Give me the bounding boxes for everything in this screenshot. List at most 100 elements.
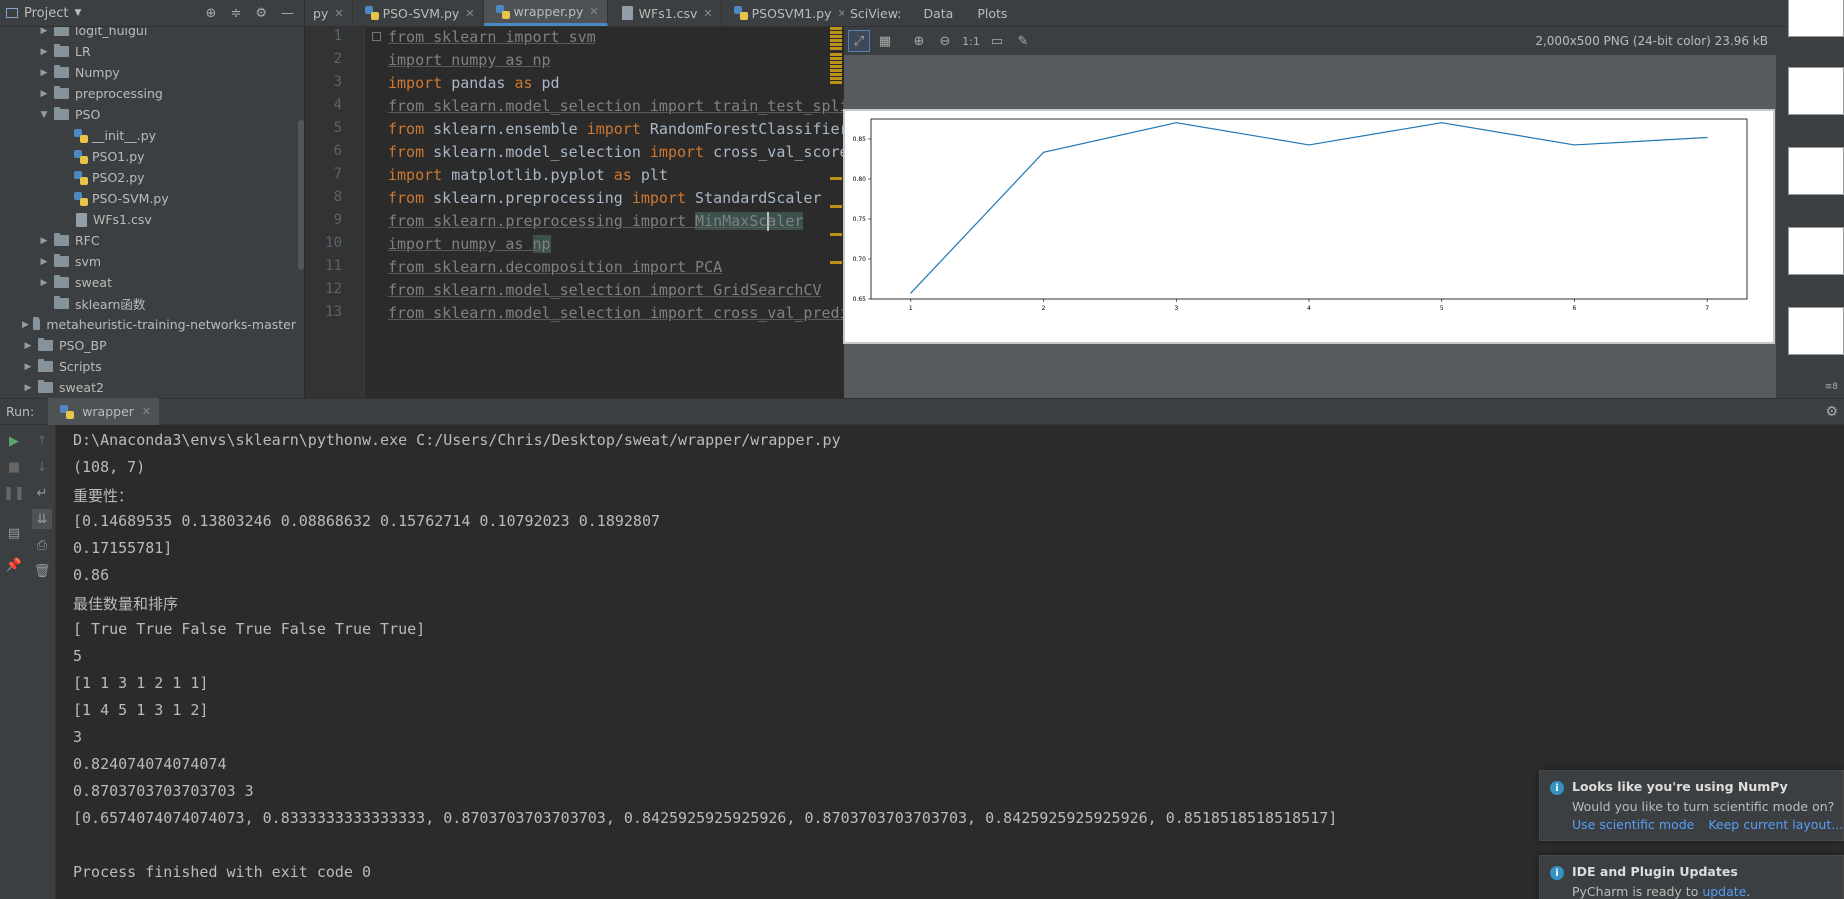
warning-mark[interactable] [830, 205, 842, 208]
project-title[interactable]: Project [24, 6, 68, 21]
plot-thumbnail[interactable] [1788, 227, 1844, 275]
hide-icon[interactable]: — [281, 6, 294, 21]
warning-mark[interactable] [830, 69, 842, 72]
warning-mark[interactable] [830, 43, 842, 46]
collapse-all-icon[interactable]: ≑ [230, 6, 241, 21]
code-editor[interactable]: 1 2 3 4 5 6 7 8 9 10 11 12 13 from sklearn import sv… [305, 27, 844, 398]
tree-item[interactable]: sklearn函数 [0, 293, 296, 314]
tree-item[interactable]: ▶ Scripts [0, 356, 296, 377]
chevron-right-icon[interactable]: ▶ [38, 47, 50, 57]
pause-icon[interactable]: ❚❚ [3, 483, 25, 503]
chevron-right-icon[interactable]: ▶ [22, 341, 34, 351]
print-icon[interactable]: ⎙ [32, 535, 52, 555]
tree-item[interactable]: ▶ sweat2 [0, 377, 296, 398]
warning-mark[interactable] [830, 65, 842, 68]
tree-item[interactable]: ▶ RFC [0, 230, 296, 251]
keep-current-layout-link[interactable]: Keep current layout... [1708, 817, 1843, 832]
gear-icon[interactable]: ⚙ [255, 6, 267, 21]
tab-plots[interactable]: Plots [965, 6, 1019, 21]
warning-mark[interactable] [830, 81, 842, 84]
tree-item[interactable]: ▶ sweat [0, 272, 296, 293]
tree-item[interactable]: ▶ LR [0, 41, 296, 62]
tree-item[interactable]: ▶ Numpy [0, 62, 296, 83]
trash-icon[interactable]: 🗑 [32, 561, 52, 581]
up-arrow-icon[interactable]: ↑ [32, 431, 52, 451]
locate-icon[interactable]: ⊕ [206, 6, 217, 21]
color-picker-icon[interactable]: ✎ [1012, 30, 1034, 52]
tree-item[interactable]: ▶ svm [0, 251, 296, 272]
tree-item[interactable]: ▶ preprocessing [0, 83, 296, 104]
layout-icon[interactable]: ▤ [4, 523, 24, 543]
warning-mark[interactable] [830, 61, 842, 64]
use-scientific-mode-link[interactable]: Use scientific mode [1572, 817, 1694, 832]
warning-mark[interactable] [830, 35, 842, 38]
plot-thumbnail[interactable] [1788, 147, 1844, 195]
gear-icon[interactable]: ⚙ [1825, 404, 1838, 420]
error-stripe[interactable] [830, 27, 844, 398]
fit-window-icon[interactable]: ⤢ [848, 30, 870, 52]
tree-item[interactable]: __init__.py [0, 125, 296, 146]
tree-item-label: metaheuristic-training-networks-master [46, 317, 296, 332]
warning-mark[interactable] [830, 233, 842, 236]
pin-icon[interactable]: 📌 [4, 555, 24, 575]
chevron-down-icon[interactable]: ▼ [38, 110, 50, 120]
tree-item[interactable]: ▼ PSO [0, 104, 296, 125]
chevron-right-icon[interactable]: ▶ [38, 68, 50, 78]
project-scrollbar[interactable] [298, 120, 304, 270]
scroll-to-end-icon[interactable]: ⇊ [32, 509, 52, 529]
warning-mark[interactable] [830, 77, 842, 80]
actual-size-button[interactable]: 1:1 [960, 30, 982, 52]
grid-icon[interactable]: ▦ [874, 30, 896, 52]
tree-item[interactable]: PSO1.py [0, 146, 296, 167]
tree-item[interactable]: ▶ metaheuristic-training-networks-master [0, 314, 296, 335]
chevron-right-icon[interactable]: ▶ [22, 320, 29, 330]
tree-item[interactable]: ▶ PSO_BP [0, 335, 296, 356]
chevron-right-icon[interactable]: ▶ [22, 362, 34, 372]
chevron-right-icon[interactable]: ▶ [38, 26, 50, 36]
warning-mark[interactable] [830, 57, 842, 60]
close-icon[interactable]: ✕ [703, 7, 712, 20]
fold-icon[interactable] [372, 32, 381, 41]
warning-mark[interactable] [830, 47, 842, 50]
tree-item[interactable]: PSO-SVM.py [0, 188, 296, 209]
warning-mark[interactable] [830, 53, 842, 56]
plot-thumbnail[interactable] [1788, 0, 1844, 37]
zoom-out-icon[interactable]: ⊖ [934, 30, 956, 52]
warning-mark[interactable] [830, 27, 842, 30]
tab-data[interactable]: Data [911, 6, 965, 21]
editor-tab[interactable]: wrapper.py ✕ [483, 0, 608, 26]
editor-tab[interactable]: WFs1.csv ✕ [608, 0, 722, 26]
plot-thumbnail[interactable] [1788, 307, 1844, 355]
chessboard-icon[interactable]: ▭ [986, 30, 1008, 52]
run-tab[interactable]: wrapper ✕ [48, 398, 160, 425]
tree-item[interactable]: PSO2.py [0, 167, 296, 188]
zoom-in-icon[interactable]: ⊕ [908, 30, 930, 52]
plot-thumbnail[interactable] [1788, 67, 1844, 115]
close-icon[interactable]: ✕ [465, 7, 474, 20]
close-icon[interactable]: ✕ [142, 405, 151, 418]
close-icon[interactable]: ✕ [334, 7, 343, 20]
update-link[interactable]: update [1702, 884, 1746, 899]
stop-icon[interactable]: ■ [4, 457, 24, 477]
editor-tab[interactable]: py ✕ [305, 0, 353, 26]
warning-mark[interactable] [830, 31, 842, 34]
close-icon[interactable]: ✕ [589, 5, 598, 18]
chevron-right-icon[interactable]: ▶ [38, 236, 50, 246]
editor-tab[interactable]: PSO-SVM.py ✕ [353, 0, 484, 26]
warning-mark[interactable] [830, 39, 842, 42]
code-token: RandomForestClassifier [640, 120, 844, 138]
warning-mark[interactable] [830, 261, 842, 264]
down-arrow-icon[interactable]: ↓ [32, 457, 52, 477]
warning-mark[interactable] [830, 177, 842, 180]
chevron-right-icon[interactable]: ▶ [38, 89, 50, 99]
chevron-right-icon[interactable]: ▶ [22, 383, 34, 393]
editor-tab[interactable]: PSOSVM1.py ✕ [722, 0, 856, 26]
soft-wrap-icon[interactable]: ↵ [32, 483, 52, 503]
thumbnail-count[interactable]: ≡8 [1825, 382, 1838, 392]
chevron-down-icon[interactable]: ▼ [74, 8, 81, 18]
rerun-icon[interactable]: ▶ [4, 431, 24, 451]
tree-item[interactable]: WFs1.csv [0, 209, 296, 230]
warning-mark[interactable] [830, 73, 842, 76]
chevron-right-icon[interactable]: ▶ [38, 257, 50, 267]
chevron-right-icon[interactable]: ▶ [38, 278, 50, 288]
